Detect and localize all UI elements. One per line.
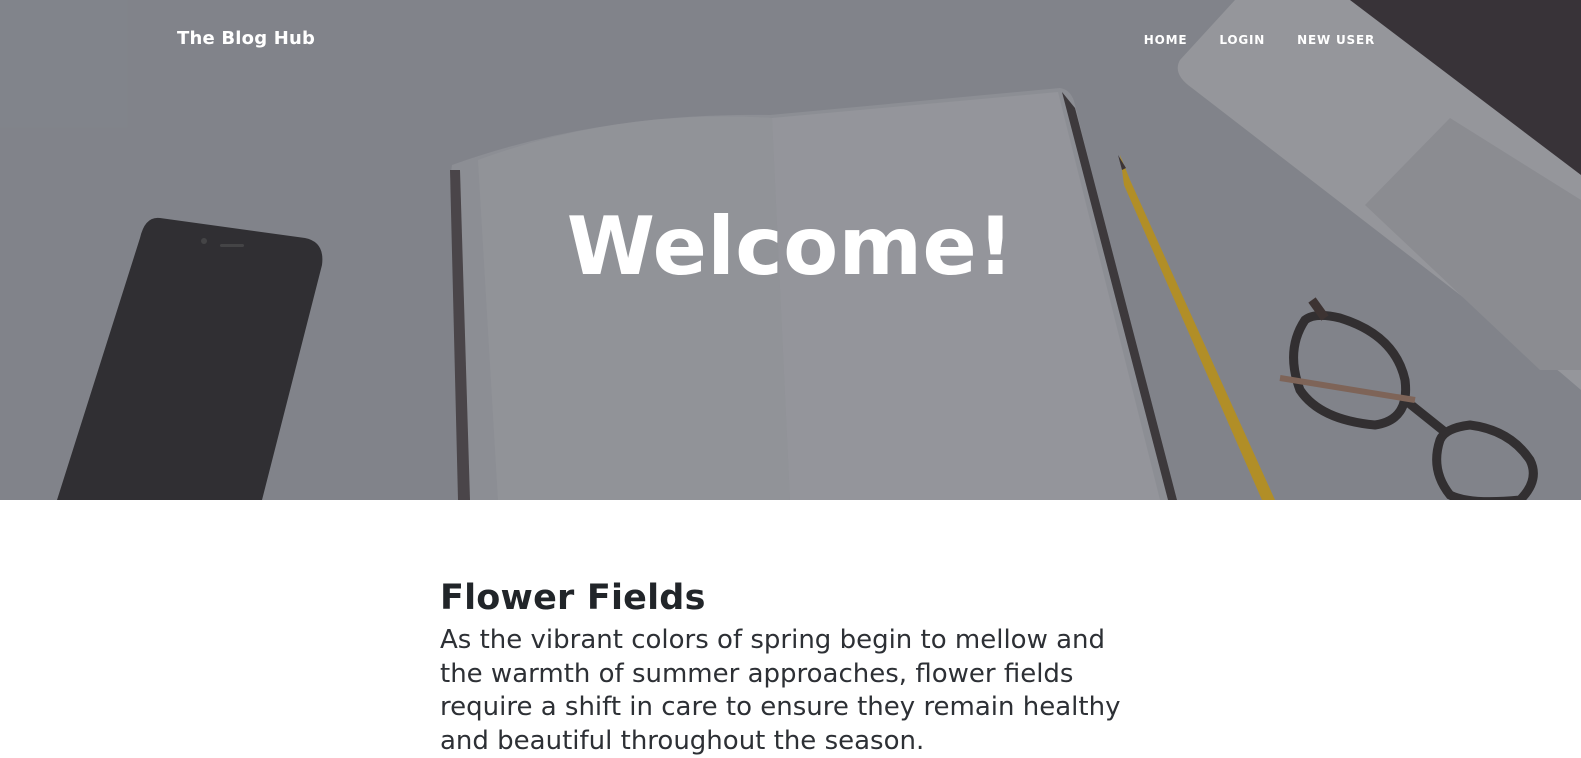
hero-heading: Welcome! [566, 200, 1015, 293]
brand-logo-link[interactable]: The Blog Hub [177, 28, 315, 49]
nav-link-new-user[interactable]: NEW USER [1297, 33, 1375, 47]
nav-link-home[interactable]: HOME [1144, 33, 1188, 47]
nav-links: HOME LOGIN NEW USER [1144, 33, 1375, 47]
post-preview[interactable]: Flower Fields As the vibrant colors of s… [440, 578, 1140, 758]
hero-header: The Blog Hub HOME LOGIN NEW USER Welcome… [0, 0, 1581, 500]
post-excerpt: As the vibrant colors of spring begin to… [440, 625, 1121, 756]
post-title[interactable]: Flower Fields [440, 578, 1140, 618]
main-content: Flower Fields As the vibrant colors of s… [0, 500, 1581, 756]
main-navbar: The Blog Hub HOME LOGIN NEW USER [0, 0, 1581, 80]
nav-link-login[interactable]: LOGIN [1219, 33, 1265, 47]
